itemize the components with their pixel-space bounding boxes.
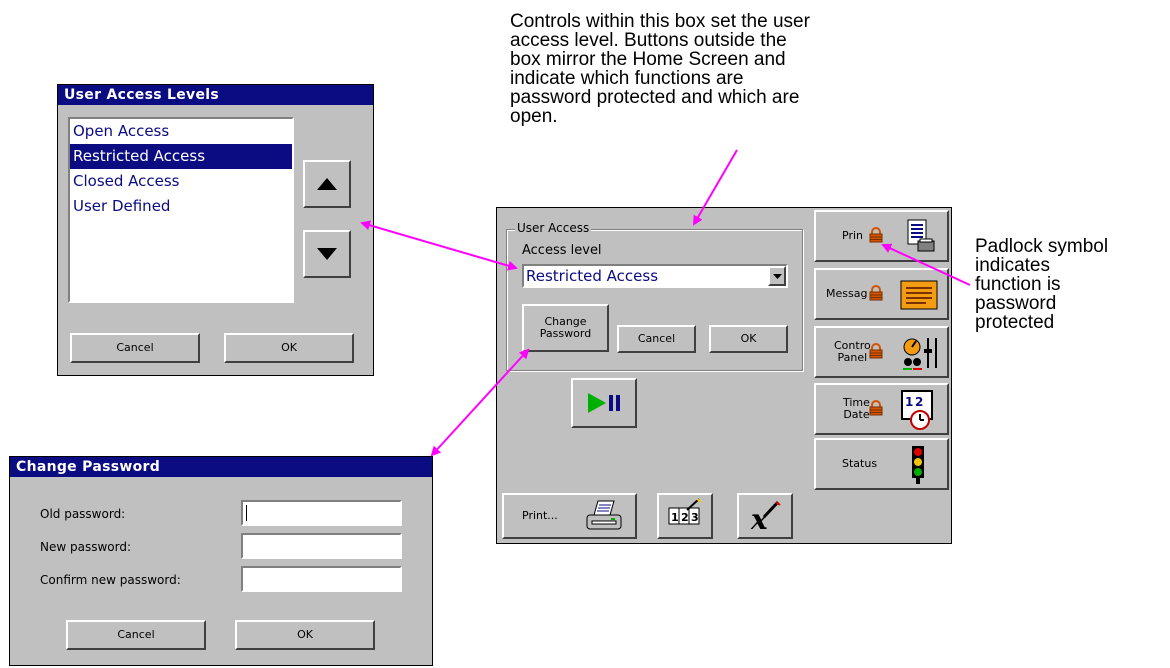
callout-arrow-padlock (881, 243, 971, 286)
callout-arrow-password (430, 348, 530, 457)
callout-arrows (360, 149, 971, 457)
callout-arrow-top (692, 149, 738, 226)
callout-arrow-list (360, 220, 518, 271)
